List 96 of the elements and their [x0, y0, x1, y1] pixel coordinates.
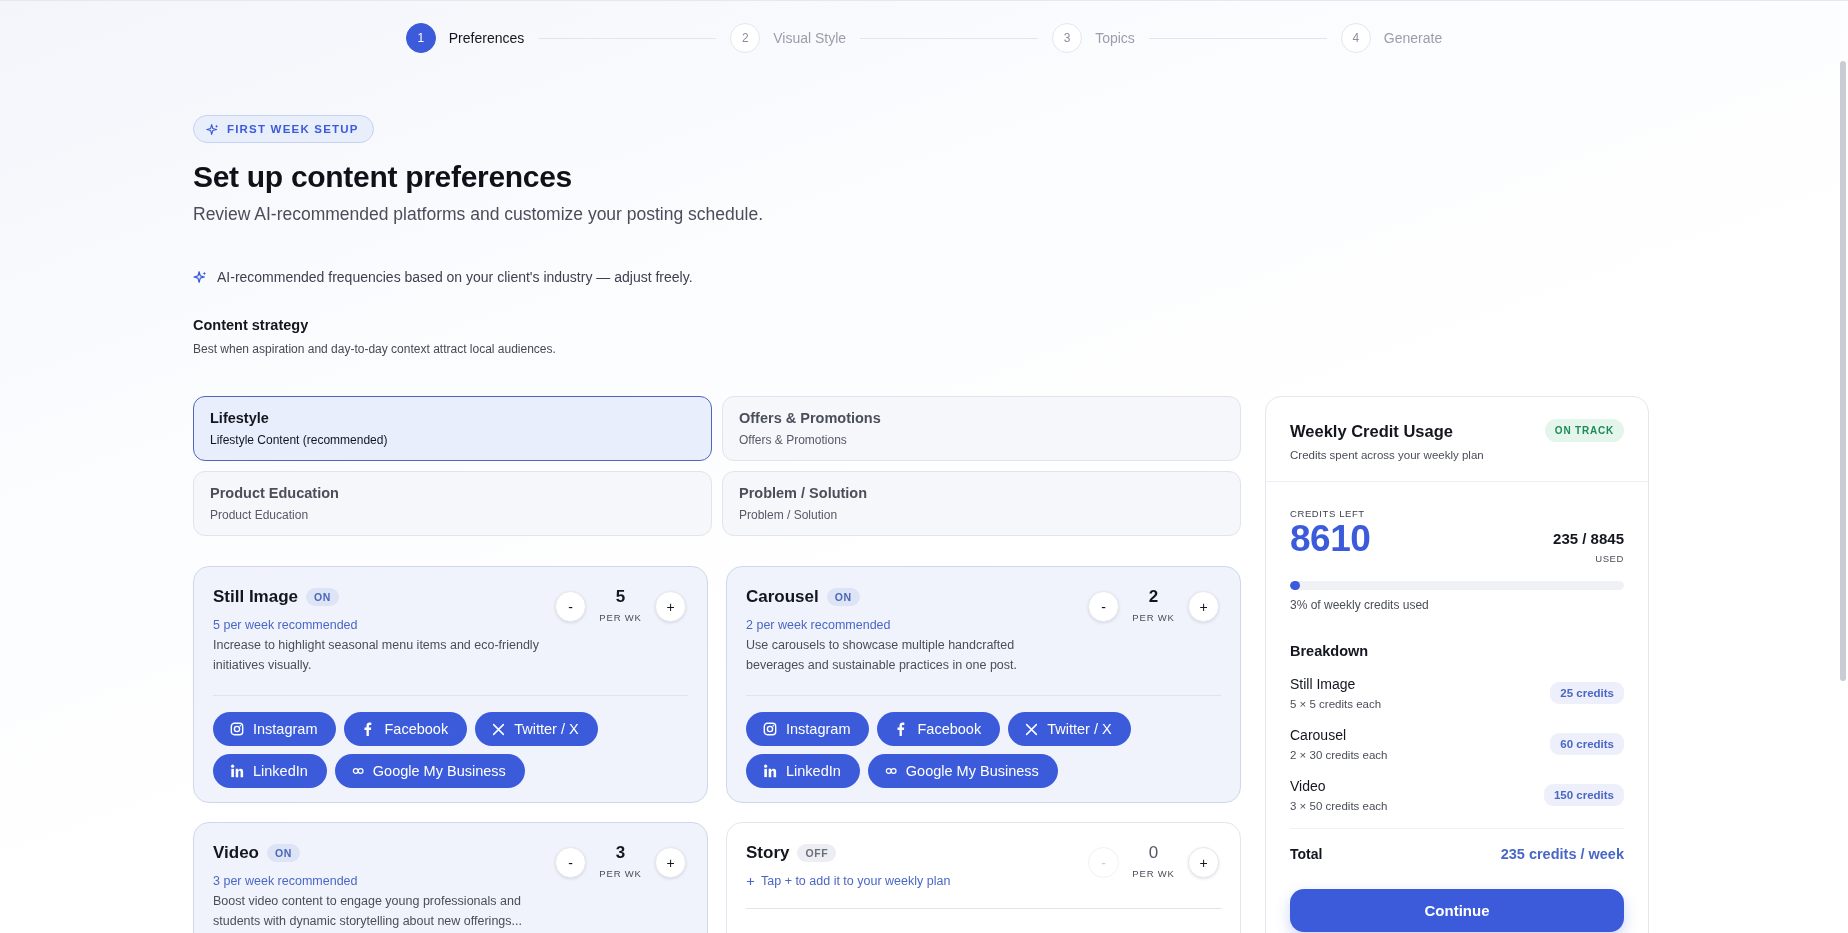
status-badge: ON	[267, 844, 300, 862]
strategy-option[interactable]: Lifestyle Lifestyle Content (recommended)	[193, 396, 712, 461]
page-subtitle: Review AI-recommended platforms and customize your posting schedule.	[193, 204, 764, 225]
step-number[interactable]: 2	[730, 23, 761, 53]
x-logo-icon	[1025, 722, 1039, 736]
status-badge: ON	[306, 588, 339, 606]
breakdown-name: Still Image	[1290, 676, 1357, 692]
credits-used-label: USED	[1594, 553, 1624, 564]
format-name: Video	[213, 843, 259, 863]
credits-left-label: CREDITS LEFT	[1290, 508, 1366, 519]
count-unit: PER WK	[598, 868, 643, 879]
step-label[interactable]: Preferences	[448, 30, 525, 46]
recommendation-text: 5 per week recommended	[213, 618, 358, 632]
section-description: Best when aspiration and day-to-day context attract local audiences.	[193, 342, 557, 356]
usage-caption: 3% of weekly credits used	[1290, 598, 1430, 612]
format-name: Still Image	[213, 587, 299, 607]
credits-pill: 25 credits	[1550, 682, 1624, 704]
x-logo-icon	[492, 722, 506, 736]
format-description: Boost video content to engage young professionals and students with dynamic storytelling about new offerings...	[213, 893, 523, 930]
chain-icon	[884, 765, 897, 777]
recommendation-text: 3 per week recommended	[213, 874, 358, 888]
step-number[interactable]: 3	[1052, 23, 1083, 53]
breakdown-title: Breakdown	[1290, 643, 1370, 659]
platform-chip[interactable]: Google My Business	[334, 754, 525, 788]
status-badge: ON TRACK	[1544, 419, 1624, 442]
platform-chip[interactable]: LinkedIn	[213, 754, 327, 788]
section-title: Content strategy	[193, 317, 310, 333]
sparkle-icon	[193, 270, 207, 284]
breakdown-detail: 2 × 30 credits each	[1290, 749, 1388, 761]
format-description: Increase to highlight seasonal menu items and eco-friendly initiatives visually.	[213, 637, 540, 674]
platform-chip[interactable]: Facebook	[344, 712, 468, 746]
platform-chip[interactable]: Instagram	[746, 712, 870, 746]
instagram-icon	[230, 722, 244, 736]
plus-icon	[746, 876, 755, 886]
strategy-option[interactable]: Product Education Product Education	[193, 471, 712, 536]
decrement-button[interactable]: -	[555, 847, 586, 878]
option-title: Lifestyle	[210, 410, 270, 426]
sparkle-icon	[206, 122, 219, 136]
increment-button[interactable]: +	[1188, 847, 1219, 878]
count-unit: PER WK	[1131, 868, 1176, 879]
total-value: 235 credits / week	[1500, 846, 1624, 862]
decrement-button[interactable]: -	[555, 591, 586, 622]
page-title: Set up content preferences	[193, 160, 573, 194]
count-unit: PER WK	[598, 612, 643, 623]
format-name: Story	[746, 843, 790, 863]
total-label: Total	[1290, 846, 1323, 862]
option-title: Offers & Promotions	[739, 410, 882, 426]
option-subtitle: Lifestyle Content (recommended)	[210, 433, 389, 447]
ai-note: AI-recommended frequencies based on your client's industry — adjust freely.	[217, 269, 693, 285]
count-unit: PER WK	[1131, 612, 1176, 623]
step-number[interactable]: 1	[405, 23, 436, 53]
credits-pill: 60 credits	[1550, 733, 1624, 755]
continue-button[interactable]: Continue	[1290, 889, 1624, 932]
count-value: 5	[614, 587, 627, 607]
count-value: 0	[1147, 843, 1160, 863]
breakdown-detail: 3 × 50 credits each	[1290, 800, 1388, 812]
breakdown-detail: 5 × 5 credits each	[1290, 698, 1382, 710]
count-value: 2	[1147, 587, 1160, 607]
credits-used-value: 235 / 8845	[1553, 530, 1624, 547]
format-name: Carousel	[746, 587, 819, 607]
status-badge: OFF	[797, 844, 837, 862]
platform-chip[interactable]: Twitter / X	[1008, 712, 1131, 746]
increment-button[interactable]: +	[1188, 591, 1219, 622]
option-subtitle: Offers & Promotions	[739, 433, 848, 447]
platform-chip[interactable]: Facebook	[877, 712, 1001, 746]
credits-pill: 150 credits	[1543, 784, 1624, 806]
platform-chip[interactable]: LinkedIn	[746, 754, 860, 788]
credits-left-value: 8610	[1290, 519, 1371, 559]
breakdown-name: Carousel	[1290, 727, 1348, 743]
format-description: Use carousels to showcase multiple handcrafted beverages and sustainable practices in one post.	[746, 637, 1018, 674]
linkedin-icon	[230, 764, 244, 778]
option-subtitle: Product Education	[210, 508, 310, 522]
option-title: Problem / Solution	[739, 485, 869, 501]
breakdown-name: Video	[1290, 778, 1327, 794]
platform-chip[interactable]: Google My Business	[867, 754, 1058, 788]
increment-button[interactable]: +	[655, 847, 686, 878]
strategy-option[interactable]: Offers & Promotions Offers & Promotions	[722, 396, 1241, 461]
option-subtitle: Problem / Solution	[739, 508, 839, 522]
platform-chip[interactable]: Twitter / X	[475, 712, 598, 746]
badge-label: FIRST WEEK SETUP	[227, 123, 359, 135]
step-number[interactable]: 4	[1340, 23, 1371, 53]
increment-button[interactable]: +	[655, 591, 686, 622]
platform-chip[interactable]: Instagram	[213, 712, 337, 746]
scrollbar[interactable]	[1840, 61, 1846, 681]
chain-icon	[351, 765, 364, 777]
panel-title: Weekly Credit Usage	[1290, 422, 1454, 441]
strategy-option[interactable]: Problem / Solution Problem / Solution	[722, 471, 1241, 536]
option-title: Product Education	[210, 485, 340, 501]
linkedin-icon	[763, 764, 777, 778]
panel-subtitle: Credits spent across your weekly plan	[1290, 449, 1484, 461]
decrement-button[interactable]: -	[1088, 591, 1119, 622]
recommendation-text: Tap + to add it to your weekly plan	[761, 874, 951, 888]
count-value: 3	[614, 843, 627, 863]
status-badge: ON	[826, 588, 860, 606]
instagram-icon	[763, 722, 777, 736]
recommendation-text: 2 per week recommended	[746, 618, 891, 632]
